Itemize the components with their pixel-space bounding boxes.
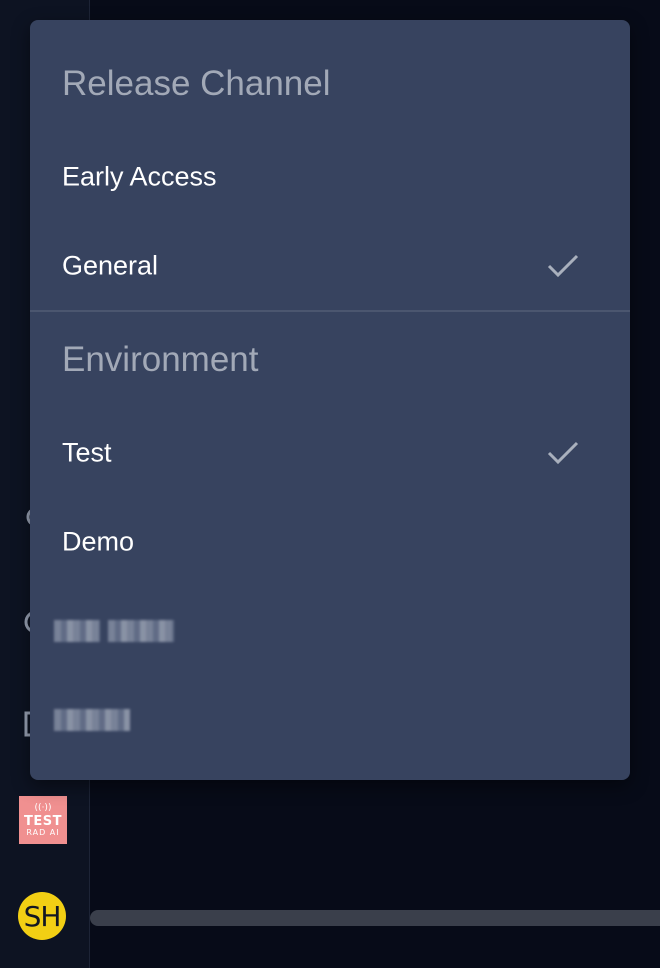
menu-item-early-access[interactable]: Early Access bbox=[30, 132, 630, 221]
environment-badge[interactable]: ((·)) TEST RAD AI bbox=[19, 796, 67, 844]
menu-item-redacted[interactable] bbox=[30, 675, 630, 764]
redacted-label bbox=[54, 617, 174, 645]
menu-item-demo[interactable]: Demo bbox=[30, 497, 630, 586]
checkmark-icon bbox=[546, 251, 580, 281]
broadcast-icon: ((·)) bbox=[34, 802, 52, 813]
redacted-label bbox=[54, 706, 130, 734]
env-badge-line2: RAD AI bbox=[26, 827, 60, 837]
menu-item-label: General bbox=[62, 250, 159, 280]
app-window: ((·)) TEST RAD AI SH Release Channel Ear… bbox=[0, 0, 660, 968]
horizontal-scrollbar[interactable] bbox=[90, 910, 660, 926]
menu-item-test[interactable]: Test bbox=[30, 408, 630, 497]
menu-item-redacted[interactable] bbox=[30, 586, 630, 675]
release-channel-heading: Release Channel bbox=[62, 64, 331, 103]
environment-heading: Environment bbox=[62, 340, 259, 379]
menu-item-label: Demo bbox=[62, 526, 135, 556]
user-avatar[interactable]: SH bbox=[18, 892, 66, 940]
env-badge-line1: TEST bbox=[24, 813, 62, 829]
menu-item-label: Test bbox=[62, 437, 112, 467]
menu-item-general[interactable]: General bbox=[30, 221, 630, 310]
menu-divider bbox=[30, 310, 630, 312]
settings-dropdown-menu: Release Channel Early Access General Env… bbox=[30, 20, 630, 780]
checkmark-icon bbox=[546, 438, 580, 468]
menu-item-label: Early Access bbox=[62, 161, 217, 191]
